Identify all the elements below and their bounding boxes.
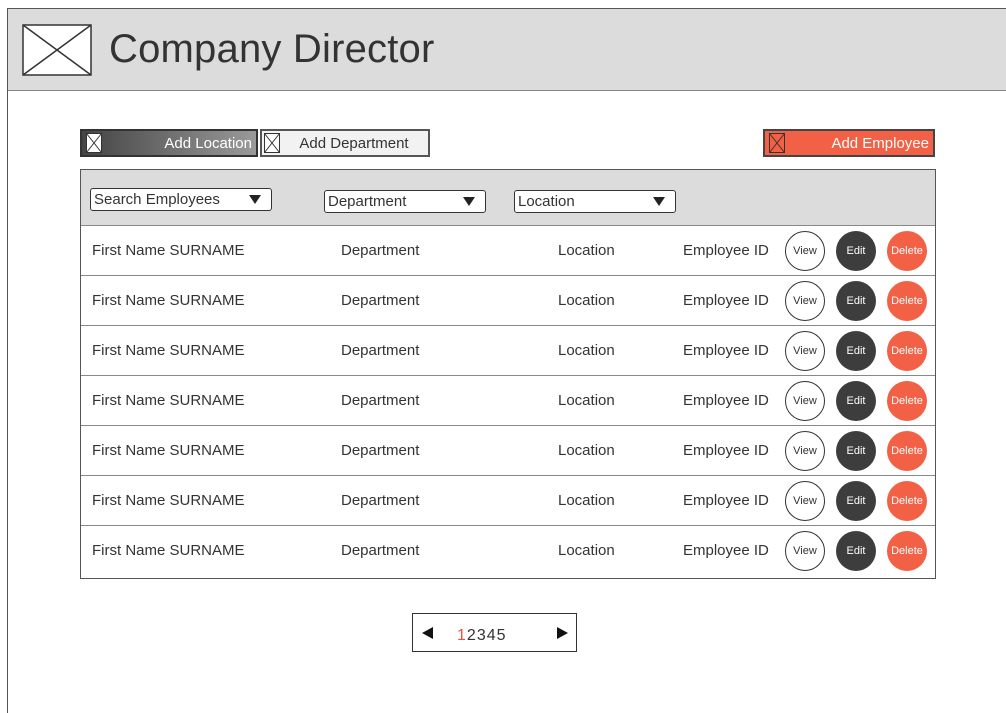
image-placeholder-icon [86,133,102,153]
employee-department: Department [341,392,420,409]
employee-name: First Name SURNAME [92,392,245,409]
employee-location: Location [558,542,615,559]
page-2-link[interactable]: 2 [467,627,477,644]
employee-id: Employee ID [683,242,769,259]
edit-button[interactable]: Edit [836,481,876,521]
table-row: First Name SURNAME Department Location E… [81,376,935,426]
app-window: Company Director Add Location Add Depart… [7,8,1006,713]
employee-location: Location [558,392,615,409]
employee-location: Location [558,492,615,509]
delete-button[interactable]: Delete [887,281,927,321]
delete-button[interactable]: Delete [887,381,927,421]
employee-id: Employee ID [683,392,769,409]
view-button[interactable]: View [785,331,825,371]
view-button[interactable]: View [785,431,825,471]
edit-button[interactable]: Edit [836,381,876,421]
filter-bar: Search Employees Department Location [81,170,935,226]
employee-name: First Name SURNAME [92,492,245,509]
employee-name: First Name SURNAME [92,292,245,309]
page-1-link[interactable]: 1 [457,627,467,644]
caret-down-icon [249,195,261,204]
delete-button[interactable]: Delete [887,331,927,371]
employee-id: Employee ID [683,542,769,559]
caret-down-icon [463,197,475,206]
location-filter-dropdown[interactable]: Location [514,190,676,213]
view-button[interactable]: View [785,531,825,571]
image-placeholder-icon [264,133,280,153]
page-3-link[interactable]: 3 [477,627,487,644]
delete-button[interactable]: Delete [887,481,927,521]
previous-page-icon[interactable] [422,627,433,639]
edit-button[interactable]: Edit [836,431,876,471]
employee-department: Department [341,242,420,259]
edit-button[interactable]: Edit [836,281,876,321]
add-location-label: Add Location [164,134,252,152]
employee-location: Location [558,342,615,359]
table-row: First Name SURNAME Department Location E… [81,426,935,476]
page-5-link[interactable]: 5 [497,627,507,644]
employee-department: Department [341,542,420,559]
table-row: First Name SURNAME Department Location E… [81,326,935,376]
department-filter-label: Department [328,193,407,210]
edit-button[interactable]: Edit [836,331,876,371]
next-page-icon[interactable] [557,627,568,639]
table-row: First Name SURNAME Department Location E… [81,226,935,276]
edit-button[interactable]: Edit [836,531,876,571]
delete-button[interactable]: Delete [887,531,927,571]
employee-department: Department [341,292,420,309]
add-location-button[interactable]: Add Location [80,129,258,157]
page-4-link[interactable]: 4 [487,627,497,644]
page-title: Company Director [109,27,435,71]
employee-id: Employee ID [683,342,769,359]
image-placeholder-icon [769,133,785,153]
caret-down-icon [653,197,665,206]
delete-button[interactable]: Delete [887,431,927,471]
employee-id: Employee ID [683,292,769,309]
add-department-label: Add Department [299,134,409,152]
employee-location: Location [558,242,615,259]
department-filter-dropdown[interactable]: Department [324,190,486,213]
header-bar: Company Director [8,9,1006,91]
employee-id: Employee ID [683,492,769,509]
search-employees-dropdown[interactable]: Search Employees [90,188,272,211]
add-employee-button[interactable]: Add Employee [763,129,935,157]
employee-department: Department [341,492,420,509]
location-filter-label: Location [518,193,575,210]
add-department-button[interactable]: Add Department [260,129,430,157]
delete-button[interactable]: Delete [887,231,927,271]
employee-name: First Name SURNAME [92,442,245,459]
add-employee-label: Add Employee [831,134,929,152]
edit-button[interactable]: Edit [836,231,876,271]
table-row: First Name SURNAME Department Location E… [81,476,935,526]
employee-location: Location [558,292,615,309]
employee-name: First Name SURNAME [92,542,245,559]
employee-name: First Name SURNAME [92,342,245,359]
view-button[interactable]: View [785,481,825,521]
employee-name: First Name SURNAME [92,242,245,259]
view-button[interactable]: View [785,281,825,321]
view-button[interactable]: View [785,381,825,421]
pagination: 12345 [412,613,577,652]
table-row: First Name SURNAME Department Location E… [81,526,935,576]
employee-department: Department [341,342,420,359]
employee-department: Department [341,442,420,459]
view-button[interactable]: View [785,231,825,271]
page-numbers: 12345 [457,627,507,645]
employee-id: Employee ID [683,442,769,459]
table-row: First Name SURNAME Department Location E… [81,276,935,326]
employee-location: Location [558,442,615,459]
image-placeholder-icon [22,24,92,76]
search-employees-label: Search Employees [94,191,220,208]
employee-table: Search Employees Department Location Fir… [80,169,936,579]
